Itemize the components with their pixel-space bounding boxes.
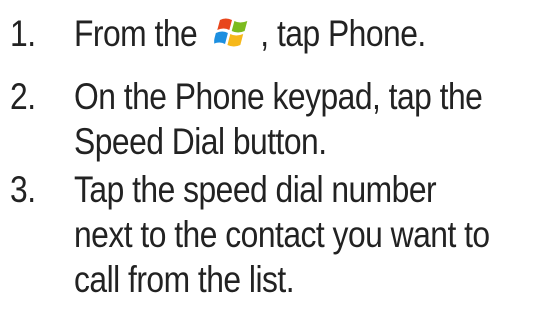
step-line: On the Phone keypad, tap the xyxy=(74,76,483,117)
step-text: From the , tap Phone. xyxy=(74,11,426,56)
step-line: Tap the speed dial number xyxy=(74,169,437,210)
step-line: call from the list. xyxy=(74,259,295,300)
step-line: Speed Dial button. xyxy=(74,121,327,162)
step-text-before-icon: From the xyxy=(74,13,198,54)
step-number: 2. xyxy=(10,76,36,117)
step-number: 3. xyxy=(10,169,36,210)
step-line: next to the contact you want to xyxy=(74,214,490,255)
step-number: 1. xyxy=(10,13,36,54)
windows-start-icon xyxy=(212,14,248,50)
step-text-after-icon: , tap Phone. xyxy=(260,13,426,54)
instruction-list: 1. From the , tap Phone. 2. On the Phone… xyxy=(0,0,548,310)
